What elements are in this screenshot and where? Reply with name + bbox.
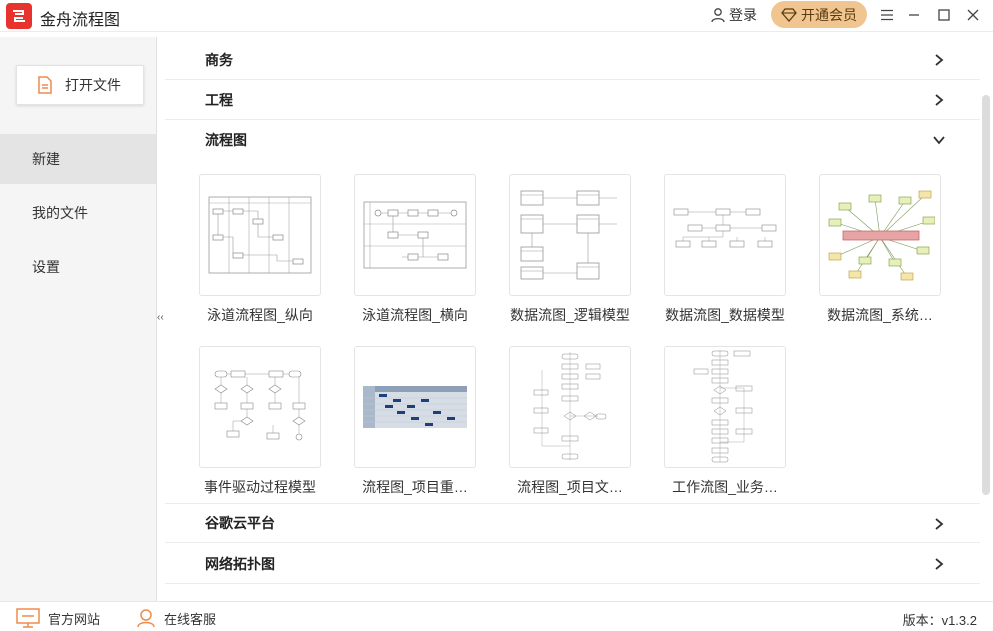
app-title: 金舟流程图	[40, 12, 121, 29]
user-icon	[711, 8, 725, 23]
official-website-link[interactable]: 官方网站	[16, 608, 100, 628]
template-label: 泳道流程图_横向	[362, 307, 468, 323]
template-card[interactable]: 数据流图_数据模型	[655, 174, 795, 325]
template-thumbnail	[354, 346, 476, 468]
version-label: 版本：v1.3.2	[902, 613, 977, 628]
template-card[interactable]: 事件驱动过程模型	[190, 346, 330, 497]
sidebar: 打开文件 新建 我的文件 设置	[0, 37, 157, 601]
sidebar-collapse-handle[interactable]: ‹‹	[157, 313, 164, 323]
template-thumbnail	[199, 346, 321, 468]
vertical-scrollbar[interactable]	[982, 95, 990, 495]
sidebar-item-label: 我的文件	[32, 205, 88, 221]
category-label: 工程	[205, 91, 233, 108]
template-card[interactable]: 流程图_项目重…	[345, 346, 485, 497]
template-thumbnail	[509, 174, 631, 296]
vip-label: 开通会员	[801, 6, 857, 23]
monitor-icon	[16, 608, 40, 628]
category-engineering[interactable]: 工程	[165, 80, 980, 120]
minimize-button[interactable]	[903, 4, 925, 26]
online-support-label: 在线客服	[164, 611, 217, 627]
category-label: 谷歌云平台	[205, 515, 275, 531]
template-thumbnail	[664, 346, 786, 468]
template-card[interactable]: 泳道流程图_横向	[345, 174, 485, 325]
minimize-icon	[909, 14, 919, 16]
open-file-label: 打开文件	[65, 77, 121, 93]
title-bar: 金舟流程图 登录 开通会员	[0, 0, 993, 32]
open-file-button[interactable]: 打开文件	[16, 65, 144, 105]
diamond-icon	[781, 7, 797, 22]
template-label: 工作流图_业务…	[672, 479, 778, 495]
template-thumbnail	[509, 346, 631, 468]
login-label: 登录	[729, 7, 757, 23]
chevron-right-icon	[935, 54, 944, 66]
category-label: 网络拓扑图	[205, 555, 275, 572]
menu-button[interactable]	[876, 4, 898, 26]
sidebar-item-label: 新建	[32, 151, 60, 167]
template-label: 事件驱动过程模型	[204, 479, 316, 495]
category-google-cloud[interactable]: 谷歌云平台	[165, 503, 980, 543]
template-card[interactable]: 数据流图_逻辑模型	[500, 174, 640, 325]
official-website-label: 官方网站	[48, 611, 101, 627]
vip-button[interactable]: 开通会员	[771, 1, 867, 28]
template-label: 数据流图_系统…	[827, 307, 933, 323]
template-card[interactable]: 泳道流程图_纵向	[190, 174, 330, 325]
sidebar-item-label: 设置	[32, 259, 60, 275]
template-label: 数据流图_数据模型	[665, 307, 785, 323]
chevron-right-icon	[935, 558, 944, 570]
category-label: 流程图	[205, 132, 247, 148]
template-thumbnail	[199, 174, 321, 296]
chevron-right-icon	[935, 94, 944, 106]
template-thumbnail	[354, 174, 476, 296]
template-card[interactable]: 工作流图_业务…	[655, 346, 795, 497]
status-bar: 官方网站 在线客服 版本：v1.3.2	[0, 601, 993, 631]
template-card[interactable]: 数据流图_系统…	[810, 174, 950, 325]
close-button[interactable]	[962, 4, 984, 26]
template-card[interactable]: 流程图_项目文…	[500, 346, 640, 497]
category-label: 商务	[205, 51, 233, 68]
template-label: 流程图_项目重…	[362, 479, 468, 495]
login-button[interactable]: 登录	[710, 5, 757, 25]
maximize-button[interactable]	[933, 4, 955, 26]
template-label: 泳道流程图_纵向	[207, 307, 313, 323]
sidebar-item-my-files[interactable]: 我的文件	[0, 188, 156, 238]
category-flowchart[interactable]: 流程图	[165, 120, 980, 160]
chevron-right-icon	[935, 518, 944, 530]
sidebar-item-new[interactable]: 新建	[0, 134, 156, 184]
category-business[interactable]: 商务	[165, 40, 980, 80]
maximize-icon	[938, 9, 950, 21]
category-partial[interactable]: 其他	[165, 584, 980, 601]
online-support-link[interactable]: 在线客服	[136, 608, 216, 628]
support-agent-icon	[137, 609, 155, 628]
template-label: 流程图_项目文…	[517, 479, 623, 495]
template-thumbnail	[664, 174, 786, 296]
app-logo-icon	[6, 3, 32, 29]
template-panel: 商务 工程 流程图 泳道流程图_纵向 泳道流程图_横向 数据流图_逻辑模型 数据…	[165, 37, 993, 601]
chevron-down-icon	[933, 136, 945, 145]
close-icon	[967, 9, 979, 21]
document-icon	[38, 76, 52, 94]
template-label: 数据流图_逻辑模型	[510, 307, 630, 323]
hamburger-icon	[881, 9, 893, 21]
template-thumbnail	[819, 174, 941, 296]
category-network[interactable]: 网络拓扑图	[165, 544, 980, 584]
sidebar-item-settings[interactable]: 设置	[0, 242, 156, 292]
